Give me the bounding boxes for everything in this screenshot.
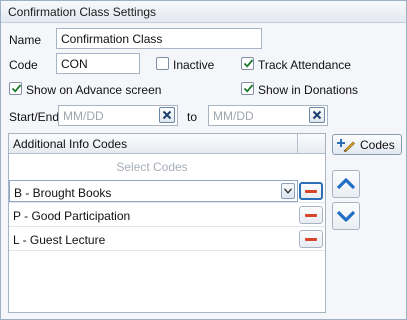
- checkmark-icon: [11, 84, 22, 93]
- start-end-label: Start/End: [9, 110, 60, 124]
- remove-code-button[interactable]: [299, 182, 323, 200]
- track-attendance-label: Track Attendance: [258, 58, 351, 72]
- column-header-codes: Additional Info Codes: [13, 137, 128, 151]
- row-label: B - Brought Books: [14, 186, 112, 200]
- inactive-checkbox[interactable]: [156, 57, 169, 70]
- row-label: L - Guest Lecture: [13, 233, 106, 247]
- title-bar: Confirmation Class Settings: [1, 1, 406, 23]
- show-advance-label: Show on Advance screen: [26, 83, 162, 97]
- clear-start-date-button[interactable]: [159, 107, 175, 123]
- window-title: Confirmation Class Settings: [8, 5, 157, 19]
- table-header: Additional Info Codes: [9, 134, 325, 154]
- remove-code-button[interactable]: [299, 206, 323, 224]
- chevron-down-icon: [336, 210, 356, 222]
- inactive-label: Inactive: [173, 58, 215, 72]
- chevron-down-icon: [284, 188, 292, 194]
- name-field[interactable]: Confirmation Class: [56, 28, 262, 49]
- column-divider: [297, 134, 298, 154]
- name-label: Name: [9, 33, 42, 47]
- additional-info-codes-table: Additional Info Codes Select Codes B - B…: [8, 133, 326, 313]
- table-row[interactable]: B - Brought Books: [9, 180, 325, 203]
- add-edit-icon: [337, 139, 355, 152]
- select-codes-row[interactable]: Select Codes: [9, 155, 325, 177]
- show-advance-checkbox[interactable]: [9, 82, 22, 95]
- minus-icon: [305, 238, 317, 241]
- code-label: Code: [9, 58, 38, 72]
- settings-window: Confirmation Class Settings Name Confirm…: [0, 0, 407, 320]
- close-icon: [162, 110, 172, 120]
- checkmark-icon: [243, 84, 254, 93]
- close-icon: [312, 110, 322, 120]
- code-combobox[interactable]: B - Brought Books: [9, 180, 298, 202]
- table-row[interactable]: L - Guest Lecture: [9, 228, 325, 251]
- track-attendance-checkbox[interactable]: [241, 57, 254, 70]
- move-up-button[interactable]: [332, 170, 360, 198]
- move-down-button[interactable]: [332, 202, 360, 230]
- minus-icon: [305, 214, 317, 217]
- table-row[interactable]: P - Good Participation: [9, 204, 325, 227]
- to-label: to: [187, 110, 198, 124]
- minus-icon: [305, 190, 317, 193]
- row-label: P - Good Participation: [13, 209, 131, 223]
- show-donations-label: Show in Donations: [258, 83, 359, 97]
- edit-codes-button[interactable]: Codes: [332, 134, 402, 155]
- checkmark-icon: [243, 59, 254, 68]
- code-field[interactable]: CON: [56, 53, 140, 74]
- remove-code-button[interactable]: [299, 230, 323, 248]
- show-donations-checkbox[interactable]: [241, 82, 254, 95]
- dropdown-button[interactable]: [281, 183, 295, 199]
- clear-end-date-button[interactable]: [309, 107, 325, 123]
- chevron-up-icon: [336, 178, 356, 190]
- codes-button-label: Codes: [360, 138, 395, 152]
